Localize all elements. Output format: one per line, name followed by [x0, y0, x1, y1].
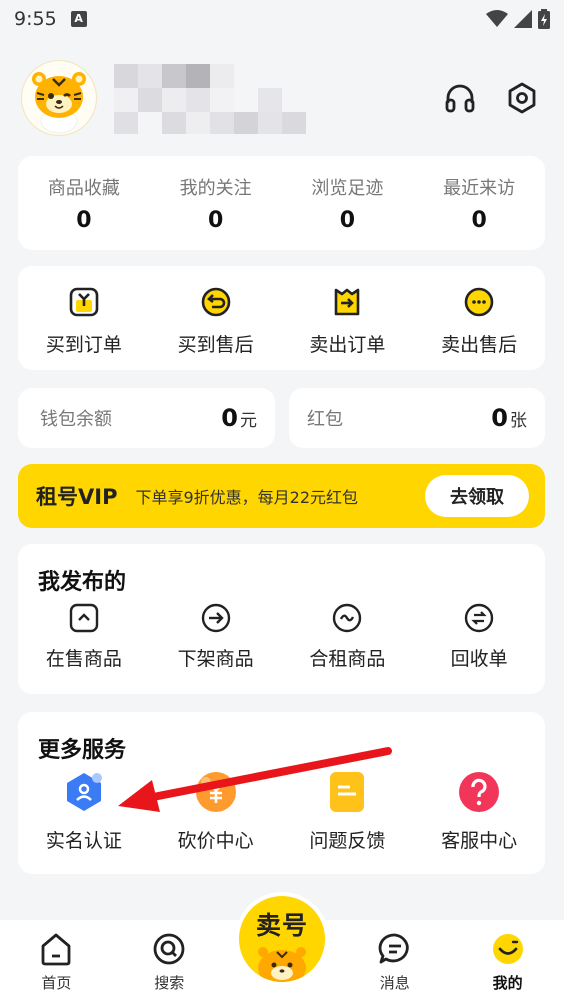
published-shared-rent[interactable]: 合租商品 [282, 602, 414, 671]
dots-icon [464, 287, 494, 317]
header-actions [442, 80, 540, 116]
service-label: 问题反馈 [309, 830, 386, 852]
more-services-card: 更多服务 实名认证 砍价中心 问题反馈 客服中心 [18, 712, 545, 874]
stats-card: 商品收藏 0 我的关注 0 浏览足迹 0 最近来访 0 [18, 156, 545, 250]
vip-title: 租号VIP [36, 485, 118, 509]
wifi-icon [486, 10, 508, 27]
more-services-title: 更多服务 [38, 738, 127, 763]
status-bar: 9:55 A [0, 0, 564, 38]
redpack-amount: 0张 [491, 404, 527, 432]
published-label: 下架商品 [177, 648, 254, 670]
battery-icon [538, 9, 550, 29]
return-icon [201, 287, 230, 317]
stat-visitors[interactable]: 最近来访 0 [413, 156, 545, 250]
arrow-bag-icon [335, 288, 360, 316]
tiger-face-icon [257, 947, 306, 982]
bottom-tab-bar: 首页 搜索 卖号 消息 我的 [0, 896, 564, 1004]
tab-messages[interactable]: 消息 [338, 920, 451, 1004]
message-icon [378, 933, 409, 964]
smile-icon [492, 934, 523, 964]
service-feedback[interactable]: 问题反馈 [282, 770, 414, 853]
wallet-card[interactable]: 钱包余额 0元 [18, 388, 275, 448]
tiger-mascot-icon [22, 61, 96, 135]
published-card: 我发布的 在售商品 下架商品 合租商品 回收单 [18, 544, 545, 694]
published-off-shelf[interactable]: 下架商品 [150, 602, 282, 671]
published-on-sale[interactable]: 在售商品 [18, 602, 150, 671]
search-icon [153, 933, 185, 965]
order-bought-aftersale[interactable]: 买到售后 [150, 266, 282, 370]
up-icon [69, 603, 99, 633]
order-label: 买到售后 [177, 334, 254, 356]
arrow-right-circle-icon [201, 603, 230, 633]
service-bargain[interactable]: 砍价中心 [150, 770, 282, 853]
id-shield-icon [66, 773, 102, 811]
sell-button[interactable]: 卖号 [238, 896, 325, 982]
feedback-doc-icon [330, 772, 365, 812]
service-label: 客服中心 [441, 830, 518, 852]
tab-label: 消息 [379, 974, 410, 992]
stat-favorites[interactable]: 商品收藏 0 [18, 156, 150, 250]
yuan-icon [195, 772, 236, 812]
stat-label: 最近来访 [443, 178, 516, 199]
stat-label: 浏览足迹 [311, 178, 384, 199]
stat-following[interactable]: 我的关注 0 [150, 156, 282, 250]
order-bought[interactable]: 买到订单 [18, 266, 150, 370]
stat-history[interactable]: 浏览足迹 0 [282, 156, 414, 250]
vip-claim-button[interactable]: 去领取 [425, 475, 529, 517]
tab-sell[interactable]: 卖号 [226, 896, 339, 1004]
status-icons [486, 9, 550, 29]
notification-badge: A [70, 11, 87, 27]
order-label: 买到订单 [45, 334, 122, 356]
question-icon [459, 772, 500, 812]
bag-icon [69, 287, 99, 317]
wallet-label: 钱包余额 [40, 409, 112, 430]
tab-label: 首页 [41, 974, 72, 992]
service-real-name[interactable]: 实名认证 [18, 770, 150, 853]
stat-label: 我的关注 [179, 178, 252, 199]
orders-card: 买到订单 买到售后 卖出订单 卖出售后 [18, 266, 545, 370]
order-label: 卖出售后 [441, 334, 518, 356]
redpack-card[interactable]: 红包 0张 [289, 388, 545, 448]
vip-description: 下单享9折优惠，每月22元红包 [135, 488, 359, 507]
tab-label: 我的 [492, 974, 523, 992]
wave-icon [333, 603, 362, 633]
tab-search[interactable]: 搜索 [113, 920, 226, 1004]
service-customer-care[interactable]: 客服中心 [413, 770, 545, 853]
order-label: 卖出订单 [309, 334, 386, 356]
published-label: 在售商品 [45, 648, 122, 670]
wallet-amount: 0元 [221, 404, 257, 432]
stat-value: 0 [471, 208, 487, 233]
published-label: 合租商品 [309, 648, 386, 670]
service-label: 实名认证 [45, 830, 122, 852]
stat-value: 0 [339, 208, 356, 233]
stat-value: 0 [76, 208, 92, 233]
username-redacted [114, 60, 306, 136]
sell-button-label: 卖号 [255, 911, 308, 940]
tab-label: 搜索 [154, 974, 185, 992]
published-label: 回收单 [450, 648, 508, 670]
redpack-label: 红包 [307, 409, 343, 430]
headset-icon[interactable] [442, 80, 478, 116]
order-sold[interactable]: 卖出订单 [282, 266, 414, 370]
published-recycle[interactable]: 回收单 [413, 602, 545, 671]
tab-mine[interactable]: 我的 [451, 920, 564, 1004]
home-icon [41, 933, 71, 966]
avatar[interactable] [22, 61, 96, 135]
published-title: 我发布的 [38, 570, 127, 595]
signal-icon [514, 10, 532, 28]
stat-label: 商品收藏 [47, 178, 120, 199]
service-label: 砍价中心 [177, 830, 254, 852]
settings-hex-icon[interactable] [504, 80, 540, 116]
order-sold-aftersale[interactable]: 卖出售后 [413, 266, 545, 370]
vip-banner[interactable]: 租号VIP 下单享9折优惠，每月22元红包 去领取 [18, 464, 545, 528]
stat-value: 0 [207, 208, 224, 233]
swap-icon [464, 603, 494, 633]
tab-home[interactable]: 首页 [0, 920, 113, 1004]
status-time: 9:55 [14, 8, 57, 30]
profile-header [22, 58, 542, 138]
